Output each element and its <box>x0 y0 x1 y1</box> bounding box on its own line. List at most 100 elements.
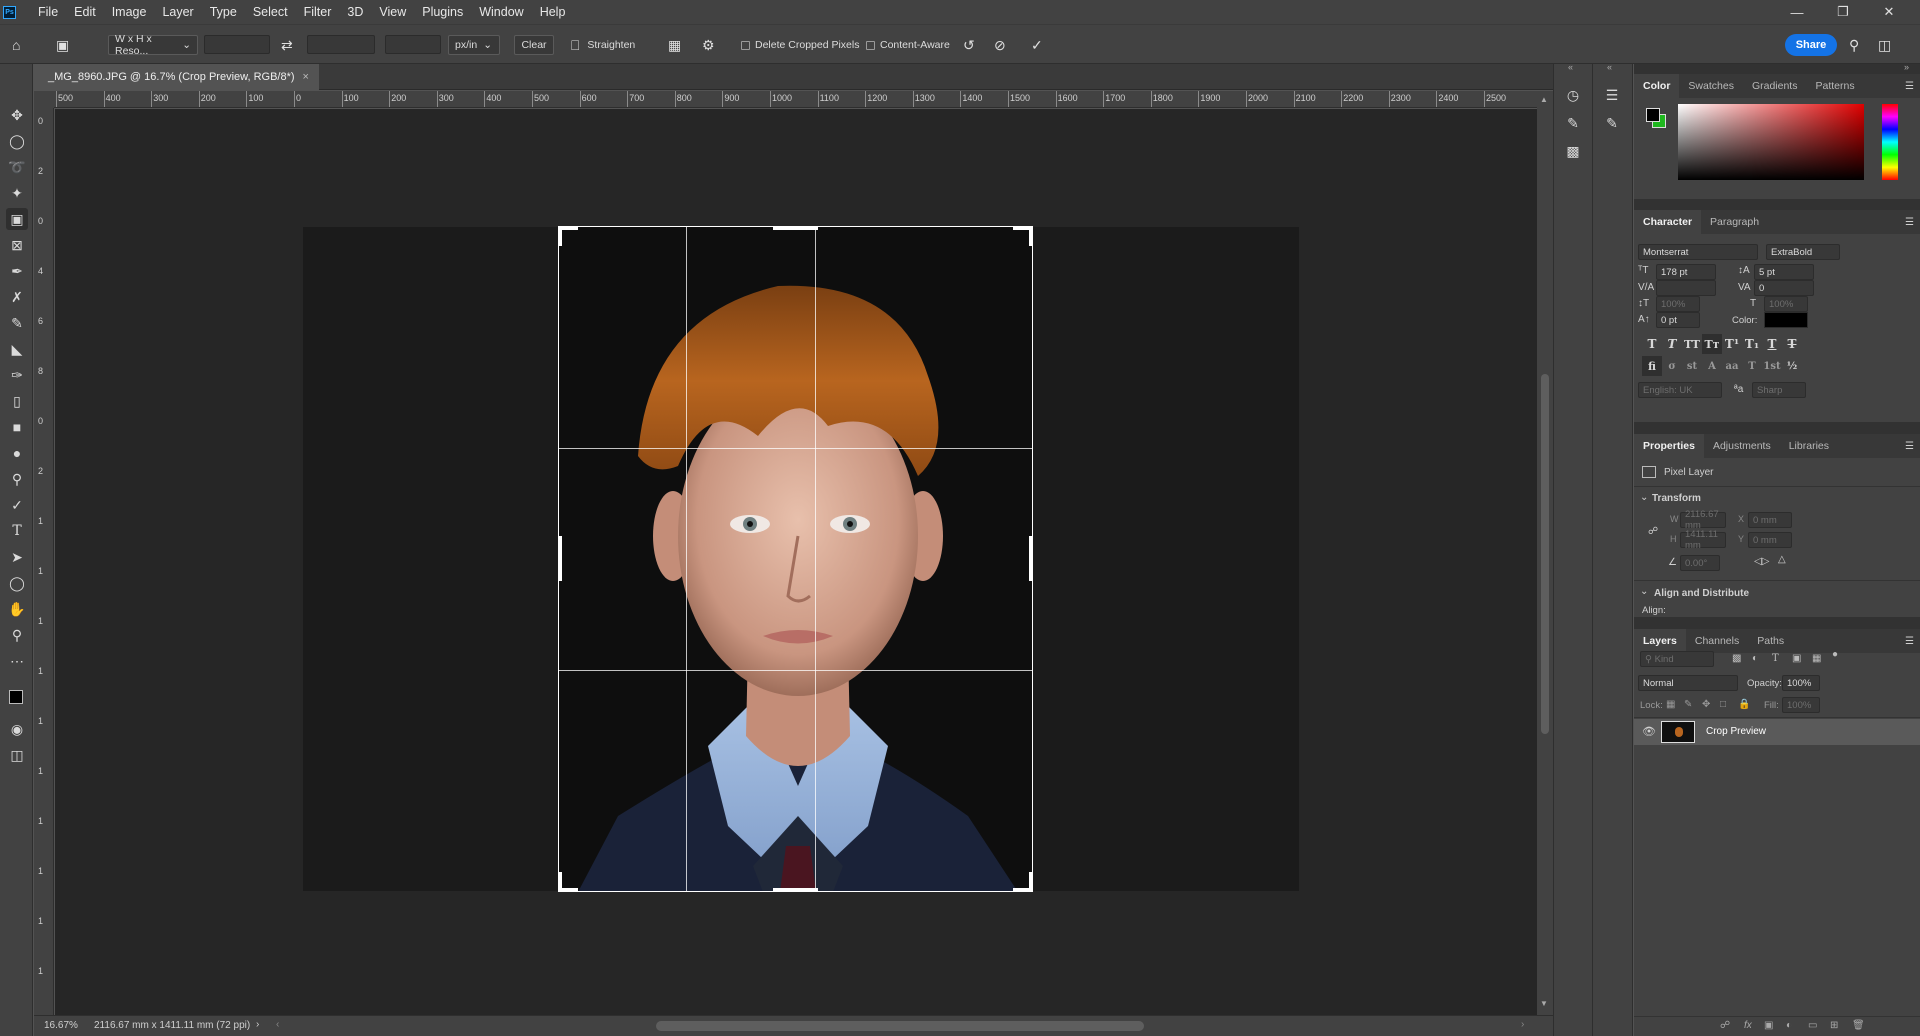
ellipse-tool-icon[interactable]: ◯ <box>6 572 28 594</box>
lock-transparency-icon[interactable]: ▦ <box>1666 699 1675 710</box>
contextual-icon[interactable]: T <box>1742 356 1762 376</box>
horizontal-scale-input[interactable]: 100% <box>1764 296 1808 312</box>
new-adjustment-icon[interactable]: ◐ <box>1786 1020 1792 1031</box>
zoom-tool-icon[interactable]: ⚲ <box>6 624 28 646</box>
horizontal-scroll-thumb[interactable] <box>656 1021 1144 1031</box>
lock-artboard-icon[interactable]: □ <box>1720 699 1726 710</box>
tracking-input[interactable]: 0 <box>1754 280 1814 296</box>
x-input[interactable]: 0 mm <box>1748 512 1792 528</box>
crop-handle-top-right[interactable] <box>1029 226 1033 246</box>
panel-menu-icon[interactable]: ☰ <box>1905 81 1914 92</box>
faux-italic-icon[interactable]: T <box>1662 334 1682 354</box>
link-icon[interactable]: ☍ <box>1648 526 1658 537</box>
frame-tool-icon[interactable]: ⊠ <box>6 234 28 256</box>
new-layer-icon[interactable]: ⊞ <box>1830 1020 1838 1031</box>
superscript-icon[interactable]: T¹ <box>1722 334 1742 354</box>
reset-icon[interactable]: ↺ <box>963 35 975 55</box>
ordinals-icon[interactable]: 1st <box>1762 356 1782 376</box>
tab-properties[interactable]: Properties <box>1634 434 1704 458</box>
scroll-right-icon[interactable]: › <box>1521 1019 1524 1030</box>
eraser-tool-icon[interactable]: ▯ <box>6 390 28 412</box>
blur-tool-icon[interactable]: ● <box>6 442 28 464</box>
filter-adjustment-icon[interactable]: ◐ <box>1752 653 1758 664</box>
angle-input[interactable]: 0.00° <box>1680 555 1720 571</box>
healing-tool-icon[interactable]: ✗ <box>6 286 28 308</box>
marquee-tool-icon[interactable]: ◯ <box>6 130 28 152</box>
tab-paragraph[interactable]: Paragraph <box>1701 210 1768 234</box>
menu-view[interactable]: View <box>371 5 414 19</box>
language-select[interactable]: English: UK <box>1638 382 1722 398</box>
share-button[interactable]: Share <box>1785 34 1837 56</box>
stamp-tool-icon[interactable]: ◣ <box>6 338 28 360</box>
screen-mode-icon[interactable]: ◫ <box>6 744 28 766</box>
vertical-scroll-thumb[interactable] <box>1541 374 1549 734</box>
width-input[interactable]: 2116.67 mm <box>1680 509 1726 531</box>
tab-swatches[interactable]: Swatches <box>1679 74 1743 98</box>
scroll-left-icon[interactable]: ‹ <box>276 1019 279 1030</box>
status-menu-icon[interactable]: › <box>256 1019 259 1030</box>
crop-tool-icon[interactable]: ▣ <box>56 35 69 55</box>
chevron-down-icon[interactable]: ⌄ <box>1640 586 1648 597</box>
tab-color[interactable]: Color <box>1634 74 1680 98</box>
font-size-input[interactable]: 178 pt <box>1656 264 1716 280</box>
font-family-select[interactable]: Montserrat <box>1638 244 1758 260</box>
restore-icon[interactable]: ❐ <box>1820 0 1866 24</box>
search-icon[interactable]: ⚲ <box>1849 35 1859 55</box>
panel-menu-icon[interactable]: ☰ <box>1905 441 1914 452</box>
collapse-icon[interactable]: « <box>1607 62 1612 72</box>
move-tool-icon[interactable]: ✥ <box>6 104 28 126</box>
plugins-icon[interactable]: ▩ <box>1562 140 1584 162</box>
crop-preview-image[interactable] <box>558 226 1033 892</box>
lock-position-icon[interactable]: ✥ <box>1702 699 1710 710</box>
cancel-icon[interactable]: ⊘ <box>994 35 1006 55</box>
dodge-tool-icon[interactable]: ⚲ <box>6 468 28 490</box>
chevron-down-icon[interactable]: ⌄ <box>1640 492 1648 503</box>
resolution-input[interactable] <box>385 35 441 54</box>
adjustments-icon[interactable]: ☰ <box>1601 84 1623 106</box>
link-layers-icon[interactable]: ☍ <box>1720 1020 1730 1031</box>
workspace-icon[interactable]: ◫ <box>1878 35 1891 55</box>
vertical-scale-input[interactable]: 100% <box>1656 296 1700 312</box>
eye-icon[interactable]: 👁 <box>1642 725 1656 738</box>
menu-select[interactable]: Select <box>245 5 296 19</box>
more-tools-icon[interactable]: ⋯ <box>6 650 28 672</box>
crop-handle-top[interactable] <box>773 226 818 230</box>
ratio-dropdown[interactable]: W x H x Reso... ⌄ <box>108 33 198 57</box>
gear-icon[interactable]: ⚙ <box>702 35 715 55</box>
crop-handle-right[interactable] <box>1029 536 1033 581</box>
brush-tool-icon[interactable]: ✎ <box>6 312 28 334</box>
filter-shape-icon[interactable]: ▣ <box>1792 653 1801 664</box>
tab-adjustments[interactable]: Adjustments <box>1704 434 1780 458</box>
grid-overlay-icon[interactable]: ▦ <box>668 35 681 55</box>
new-group-icon[interactable]: ▭ <box>1808 1020 1817 1031</box>
filter-type-icon[interactable]: T <box>1772 653 1779 664</box>
foreground-color-swatch[interactable] <box>1646 108 1660 122</box>
crop-handle-bottom-left[interactable] <box>558 872 562 892</box>
tab-channels[interactable]: Channels <box>1686 629 1748 653</box>
width-input[interactable] <box>204 35 270 54</box>
y-input[interactable]: 0 mm <box>1748 532 1792 548</box>
menu-type[interactable]: Type <box>202 5 245 19</box>
commit-check-icon[interactable]: ✓ <box>1031 35 1043 55</box>
scroll-down-icon[interactable]: ▼ <box>1540 999 1548 1008</box>
tab-character[interactable]: Character <box>1634 210 1702 234</box>
font-style-select[interactable]: ExtraBold <box>1766 244 1840 260</box>
layer-row[interactable]: 👁 Crop Preview <box>1634 719 1920 745</box>
menu-3d[interactable]: 3D <box>339 5 371 19</box>
faux-bold-icon[interactable]: T <box>1642 334 1662 354</box>
tab-paths[interactable]: Paths <box>1748 629 1793 653</box>
layer-name[interactable]: Crop Preview <box>1706 726 1766 737</box>
menu-plugins[interactable]: Plugins <box>414 5 471 19</box>
fill-input[interactable]: 100% <box>1782 697 1820 713</box>
lock-pixels-icon[interactable]: ✎ <box>1684 699 1692 710</box>
eyedropper-tool-icon[interactable]: ✒ <box>6 260 28 282</box>
baseline-shift-input[interactable]: 0 pt <box>1656 312 1700 328</box>
menu-window[interactable]: Window <box>471 5 531 19</box>
hand-tool-icon[interactable]: ✋ <box>6 598 28 620</box>
home-icon[interactable]: ⌂ <box>12 35 20 55</box>
lock-all-icon[interactable]: 🔒 <box>1738 699 1750 710</box>
small-caps-icon[interactable]: Tт <box>1702 334 1722 354</box>
subscript-icon[interactable]: T₁ <box>1742 334 1762 354</box>
add-mask-icon[interactable]: ▣ <box>1764 1020 1773 1031</box>
collapse-icon[interactable]: » <box>1904 62 1909 72</box>
